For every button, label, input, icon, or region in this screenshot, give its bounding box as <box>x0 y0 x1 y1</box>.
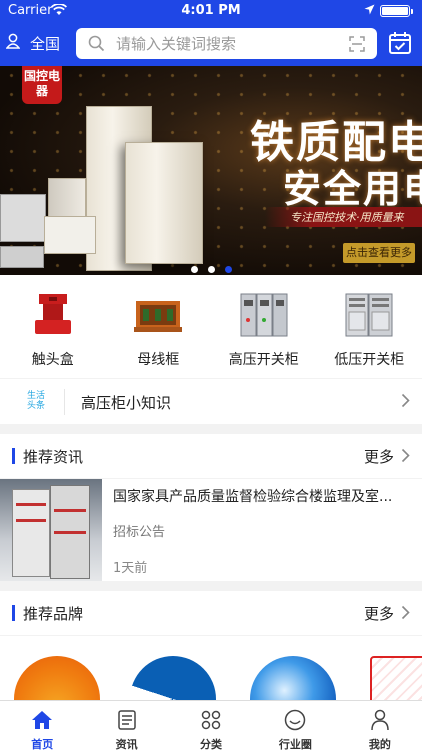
tab-profile[interactable]: 我的 <box>338 701 422 750</box>
profile-icon <box>338 709 422 731</box>
circle-icon <box>253 709 337 731</box>
tab-home[interactable]: 首页 <box>0 701 84 750</box>
brands-more-link[interactable]: 更多 <box>364 603 394 624</box>
region-label: 全国 <box>30 34 61 53</box>
tab-industry-circle[interactable]: 行业圈 <box>253 701 337 750</box>
tab-category[interactable]: 分类 <box>169 701 253 750</box>
chevron-right-icon[interactable] <box>401 448 410 467</box>
battery-icon <box>380 5 413 17</box>
brand-logo-blue-swirl[interactable] <box>130 656 216 700</box>
banner-breaker-panel <box>0 194 46 242</box>
news-icon <box>84 709 168 731</box>
location-arrow-icon <box>364 4 375 19</box>
section-accent-bar <box>12 605 15 621</box>
tab-label: 行业圈 <box>278 738 312 750</box>
tab-news[interactable]: 资讯 <box>84 701 168 750</box>
section-accent-bar <box>12 448 15 464</box>
brands-section-header: 推荐品牌 更多 <box>0 591 422 635</box>
banner-junction-box <box>44 216 96 254</box>
category-icon <box>169 709 253 731</box>
carousel-dot-active[interactable] <box>224 266 232 273</box>
battery-level <box>382 7 408 15</box>
headline-logo: 生活头条 <box>26 391 45 411</box>
search-bar[interactable] <box>76 28 377 59</box>
promo-banner[interactable]: 国控电器 铁质配电 安全用电 专注国控技术·用质量来 点击查看更多 <box>0 66 422 275</box>
home-icon <box>0 709 84 731</box>
headline-text: 高压柜小知识 <box>81 394 172 412</box>
tab-label: 资讯 <box>115 738 138 750</box>
category-label: 母线框 <box>137 352 180 368</box>
headline-ticker[interactable]: 生活头条 高压柜小知识 <box>0 379 422 424</box>
category-high-voltage-cabinet[interactable]: 高压开关柜 <box>211 275 317 378</box>
search-input[interactable] <box>116 32 336 55</box>
busbar-frame-icon <box>106 291 212 339</box>
banner-cabinet-front <box>125 142 203 264</box>
calendar-check-icon[interactable] <box>388 31 412 59</box>
brand-logo-red[interactable] <box>370 656 422 700</box>
user-location-icon <box>5 33 21 53</box>
tab-label: 首页 <box>31 738 54 750</box>
category-contact-box[interactable]: 触头盒 <box>0 275 106 378</box>
region-selector[interactable]: 全国 <box>5 31 61 55</box>
brand-list <box>0 636 422 700</box>
category-label: 高压开关柜 <box>228 352 299 368</box>
news-section-header: 推荐资讯 更多 <box>0 434 422 478</box>
article-title: 国家家具产品质量监督检验综合楼监理及室... <box>113 489 393 505</box>
bottom-tab-bar: 首页 资讯 分类 行业圈 我的 <box>0 700 422 750</box>
chevron-right-icon <box>401 393 410 412</box>
brand-logo-blue-globe[interactable] <box>250 656 336 700</box>
brand-logo: 国控电器 <box>22 66 62 104</box>
carousel-dot[interactable] <box>190 266 198 273</box>
low-voltage-cabinet-icon <box>317 291 422 339</box>
article-time: 1天前 <box>113 561 148 576</box>
app-screen: Carrier 4:01 PM 全国 请输入关键词搜索 国控电器 铁质配电 安全… <box>0 0 422 750</box>
section-title: 推荐资讯 <box>23 448 84 466</box>
carousel-dot[interactable] <box>207 266 215 273</box>
divider <box>64 389 65 415</box>
status-bar: Carrier 4:01 PM <box>0 0 422 22</box>
scan-icon[interactable] <box>349 36 365 56</box>
category-grid: 触头盒 母线框 高压开关柜 低压开关柜 <box>0 275 422 378</box>
category-busbar-frame[interactable]: 母线框 <box>106 275 212 378</box>
section-title: 推荐品牌 <box>23 605 84 623</box>
chevron-right-icon[interactable] <box>401 605 410 624</box>
article-category: 招标公告 <box>113 525 166 540</box>
search-icon <box>88 35 105 56</box>
category-label: 低压开关柜 <box>334 352 405 368</box>
status-time: 4:01 PM <box>181 3 241 18</box>
banner-tagline: 专注国控技术·用质量来 <box>290 211 404 224</box>
banner-headline-2: 安全用电 <box>283 167 422 211</box>
tab-label: 分类 <box>200 738 223 750</box>
category-low-voltage-cabinet[interactable]: 低压开关柜 <box>317 275 422 378</box>
tab-label: 我的 <box>368 738 391 750</box>
news-more-link[interactable]: 更多 <box>364 446 394 467</box>
high-voltage-cabinet-icon <box>211 291 317 339</box>
top-header: Carrier 4:01 PM 全国 <box>0 0 422 66</box>
contact-box-icon <box>0 291 106 339</box>
carousel-dots <box>0 258 422 275</box>
article-thumbnail <box>0 479 102 581</box>
brand-logo-orange[interactable] <box>14 656 100 700</box>
news-article[interactable]: 国家家具产品质量监督检验综合楼监理及室... 招标公告 1天前 <box>0 479 422 581</box>
category-label: 触头盒 <box>31 352 74 368</box>
